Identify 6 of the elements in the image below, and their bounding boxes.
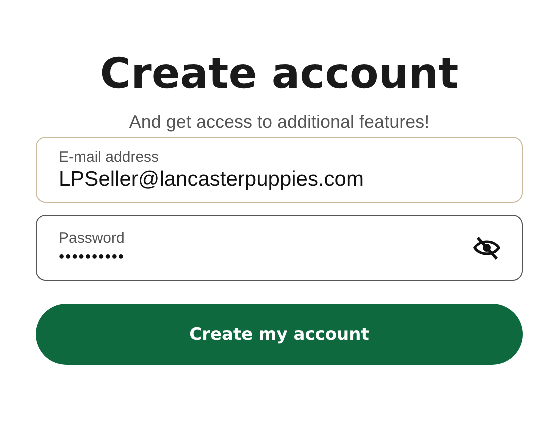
- password-field[interactable]: Password ••••••••••: [36, 215, 523, 281]
- subtitle: And get access to additional features!: [129, 112, 430, 133]
- email-field[interactable]: E-mail address LPSeller@lancasterpuppies.com: [36, 137, 523, 203]
- create-account-button[interactable]: Create my account: [36, 304, 523, 365]
- page-title: Create account: [100, 48, 459, 100]
- eye-slash-icon[interactable]: [472, 235, 502, 261]
